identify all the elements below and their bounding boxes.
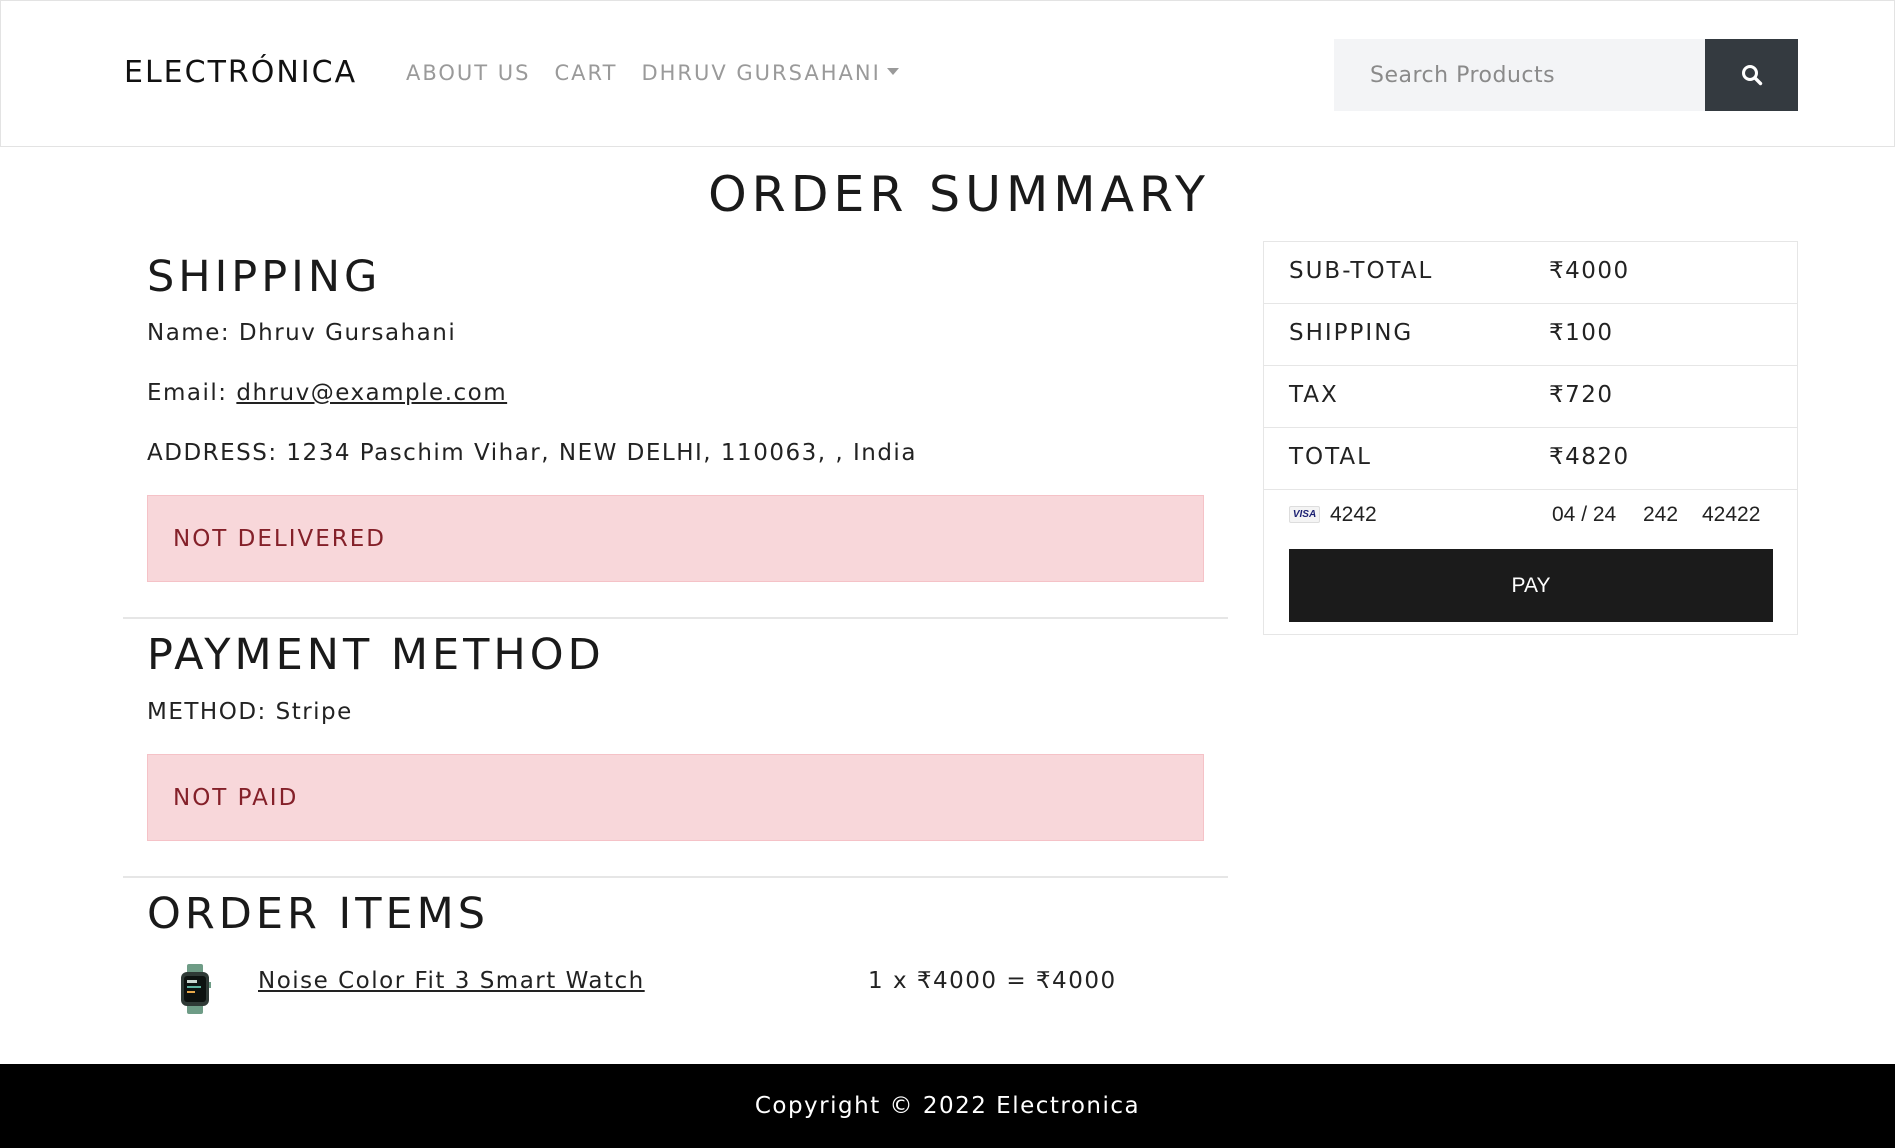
user-menu-label: DHRUV GURSAHANI bbox=[641, 61, 881, 85]
brand-logo[interactable]: ELECTRÓNICA bbox=[124, 55, 357, 90]
delivery-status-alert: NOT DELIVERED bbox=[147, 495, 1204, 582]
order-items-title: ORDER ITEMS bbox=[147, 889, 490, 939]
summary-label: SHIPPING bbox=[1289, 320, 1414, 346]
section-divider bbox=[123, 876, 1228, 878]
nav-link-cart[interactable]: CART bbox=[555, 61, 618, 85]
shipping-email: Email: dhruv@example.com bbox=[147, 380, 507, 406]
navbar: ELECTRÓNICA ABOUT US CART DHRUV GURSAHAN… bbox=[0, 0, 1895, 147]
summary-value: ₹100 bbox=[1549, 320, 1614, 346]
summary-label: SUB-TOTAL bbox=[1289, 258, 1434, 284]
footer-copyright: Copyright © 2022 Electronica bbox=[754, 1093, 1141, 1119]
payment-method-text: METHOD: Stripe bbox=[147, 699, 353, 725]
summary-label: TAX bbox=[1289, 382, 1339, 408]
card-cvc-field[interactable]: 242 bbox=[1643, 503, 1678, 527]
visa-card-icon: VISA bbox=[1289, 506, 1320, 523]
shipping-name: Name: Dhruv Gursahani bbox=[147, 320, 457, 346]
search-input[interactable] bbox=[1334, 39, 1706, 111]
summary-label: TOTAL bbox=[1289, 444, 1372, 470]
summary-value: ₹4000 bbox=[1549, 258, 1630, 284]
footer: Copyright © 2022 Electronica bbox=[0, 1064, 1895, 1148]
search-button[interactable] bbox=[1705, 39, 1798, 111]
email-label: Email: bbox=[147, 380, 237, 406]
page-title: ORDER SUMMARY bbox=[708, 166, 1210, 223]
section-divider bbox=[123, 617, 1228, 619]
order-item-link[interactable]: Noise Color Fit 3 Smart Watch bbox=[258, 968, 645, 994]
nav-link-about-us[interactable]: ABOUT US bbox=[406, 61, 531, 85]
shipping-title: SHIPPING bbox=[147, 252, 382, 302]
user-menu-dropdown[interactable]: DHRUV GURSAHANI bbox=[641, 61, 899, 85]
caret-down-icon bbox=[886, 67, 899, 75]
card-expiry-field[interactable]: 04 / 24 bbox=[1552, 503, 1616, 527]
pay-button[interactable]: PAY bbox=[1289, 549, 1773, 622]
payment-method-title: PAYMENT METHOD bbox=[147, 630, 605, 680]
smartwatch-thumbnail bbox=[181, 964, 211, 1014]
card-zip-field[interactable]: 42422 bbox=[1702, 503, 1760, 527]
order-item-price-calc: 1 x ₹4000 = ₹4000 bbox=[868, 968, 1117, 994]
summary-value: ₹720 bbox=[1549, 382, 1614, 408]
shipping-address: ADDRESS: 1234 Paschim Vihar, NEW DELHI, … bbox=[147, 440, 917, 466]
nav-links: ABOUT US CART DHRUV GURSAHANI bbox=[406, 61, 899, 85]
email-link[interactable]: dhruv@example.com bbox=[236, 380, 507, 406]
summary-row-tax: TAX ₹720 bbox=[1264, 366, 1797, 428]
payment-status-alert: NOT PAID bbox=[147, 754, 1204, 841]
order-summary-card: SUB-TOTAL ₹4000 SHIPPING ₹100 TAX ₹720 T… bbox=[1263, 241, 1798, 635]
search-icon bbox=[1741, 65, 1762, 86]
summary-row-subtotal: SUB-TOTAL ₹4000 bbox=[1264, 242, 1797, 304]
summary-row-total: TOTAL ₹4820 bbox=[1264, 428, 1797, 490]
card-number-field[interactable]: 4242 bbox=[1330, 503, 1377, 527]
summary-row-shipping: SHIPPING ₹100 bbox=[1264, 304, 1797, 366]
card-input-row[interactable]: VISA 4242 04 / 24 242 42422 bbox=[1264, 490, 1797, 540]
summary-value: ₹4820 bbox=[1549, 444, 1630, 470]
